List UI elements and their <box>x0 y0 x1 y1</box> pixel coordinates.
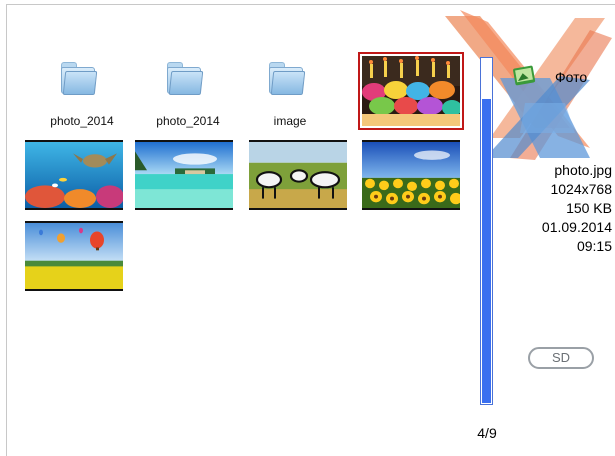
file-date: 01.09.2014 <box>541 219 612 235</box>
folder-item[interactable]: photo_2014 <box>139 56 237 128</box>
file-resolution: 1024x768 <box>550 181 612 197</box>
folder-icon <box>269 62 306 95</box>
photo-album-icon <box>513 65 536 86</box>
thumbnail-coral-reef-turtle[interactable] <box>25 140 123 210</box>
scrollbar-thumb[interactable] <box>482 98 491 403</box>
folder-label: image <box>273 114 307 128</box>
thumbnail-birthday-cupcakes[interactable] <box>358 52 464 130</box>
file-info-panel: photo.jpg 1024x768 150 KB 01.09.2014 09:… <box>542 161 612 256</box>
folder-icon <box>167 62 204 95</box>
folder-label: photo_2014 <box>50 114 114 128</box>
folder-item[interactable]: image <box>241 56 339 128</box>
storage-sd-badge[interactable]: SD <box>528 347 594 369</box>
section-title: Фото <box>555 69 588 85</box>
folder-item[interactable]: photo_2014 <box>33 56 131 128</box>
vertical-scrollbar[interactable] <box>480 57 493 405</box>
thumbnail-tropical-beach[interactable] <box>135 140 233 210</box>
thumbnail-sunflower-field[interactable] <box>362 140 460 210</box>
folder-icon <box>61 62 98 95</box>
thumbnail-hot-air-balloons[interactable] <box>25 221 123 291</box>
file-name: photo.jpg <box>554 162 612 178</box>
item-position-counter: 4/9 <box>477 425 497 441</box>
thumbnail-zebras-savanna[interactable] <box>249 140 347 210</box>
file-size: 150 KB <box>566 200 612 216</box>
file-time: 09:15 <box>576 238 612 254</box>
brand-x-logo <box>445 10 612 160</box>
folder-label: photo_2014 <box>156 114 220 128</box>
